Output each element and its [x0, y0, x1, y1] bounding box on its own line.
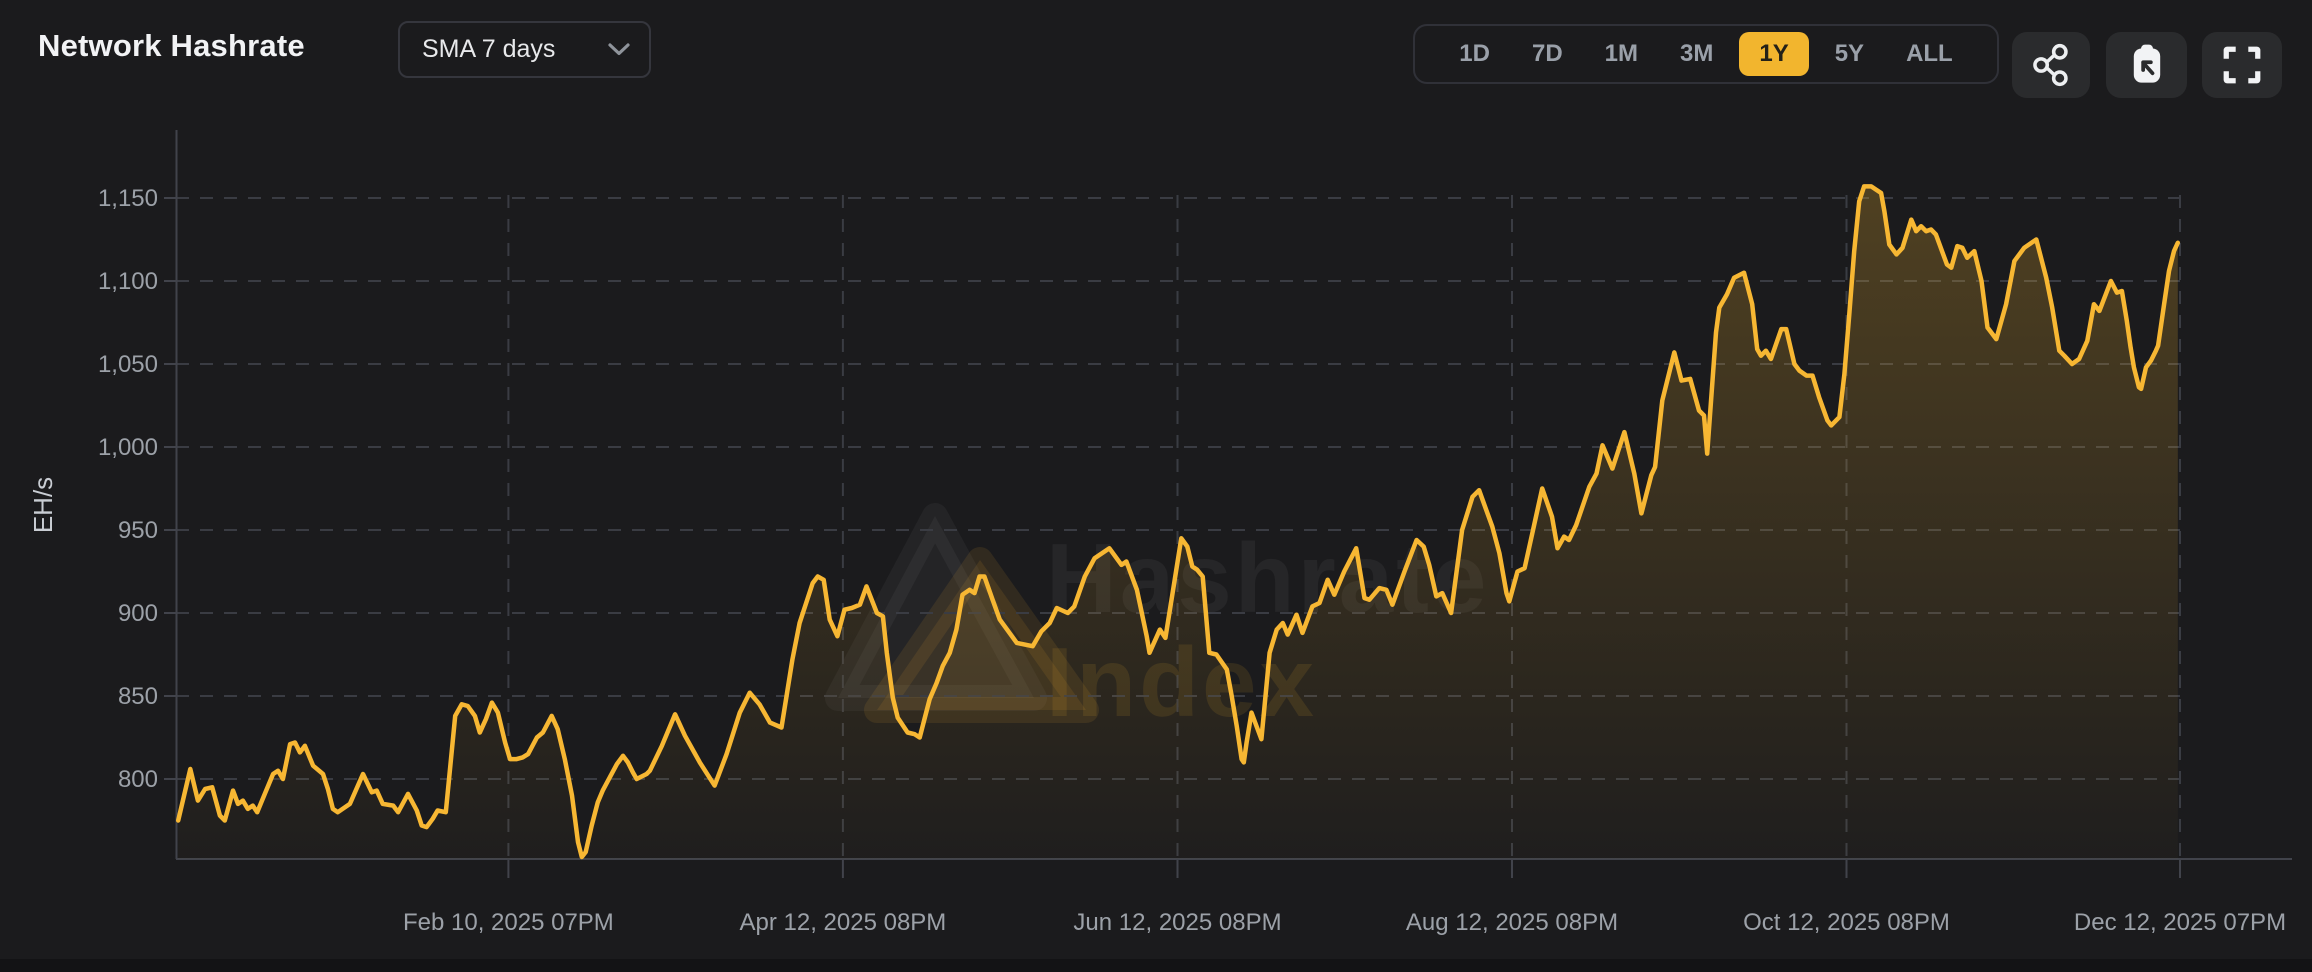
y-tick-label: 1,150	[98, 185, 158, 212]
y-tick-label: 1,050	[98, 351, 158, 378]
x-tick-label: Apr 12, 2025 08PM	[739, 909, 946, 936]
x-tick-label: Feb 10, 2025 07PM	[403, 909, 614, 936]
bottom-divider	[0, 959, 2312, 972]
y-tick-label: 950	[118, 517, 158, 544]
y-tick-label: 850	[118, 683, 158, 710]
y-tick-label: 800	[118, 766, 158, 793]
hashrate-chart[interactable]: HashrateIndex1,1501,1001,0501,0009509008…	[0, 0, 2312, 972]
y-axis-title: EH/s	[28, 477, 58, 533]
x-tick-label: Oct 12, 2025 08PM	[1743, 909, 1950, 936]
x-tick-label: Jun 12, 2025 08PM	[1073, 909, 1281, 936]
x-tick-label: Dec 12, 2025 07PM	[2074, 909, 2286, 936]
y-tick-label: 900	[118, 600, 158, 627]
x-tick-label: Aug 12, 2025 08PM	[1406, 909, 1618, 936]
y-tick-label: 1,100	[98, 268, 158, 295]
y-tick-label: 1,000	[98, 434, 158, 461]
